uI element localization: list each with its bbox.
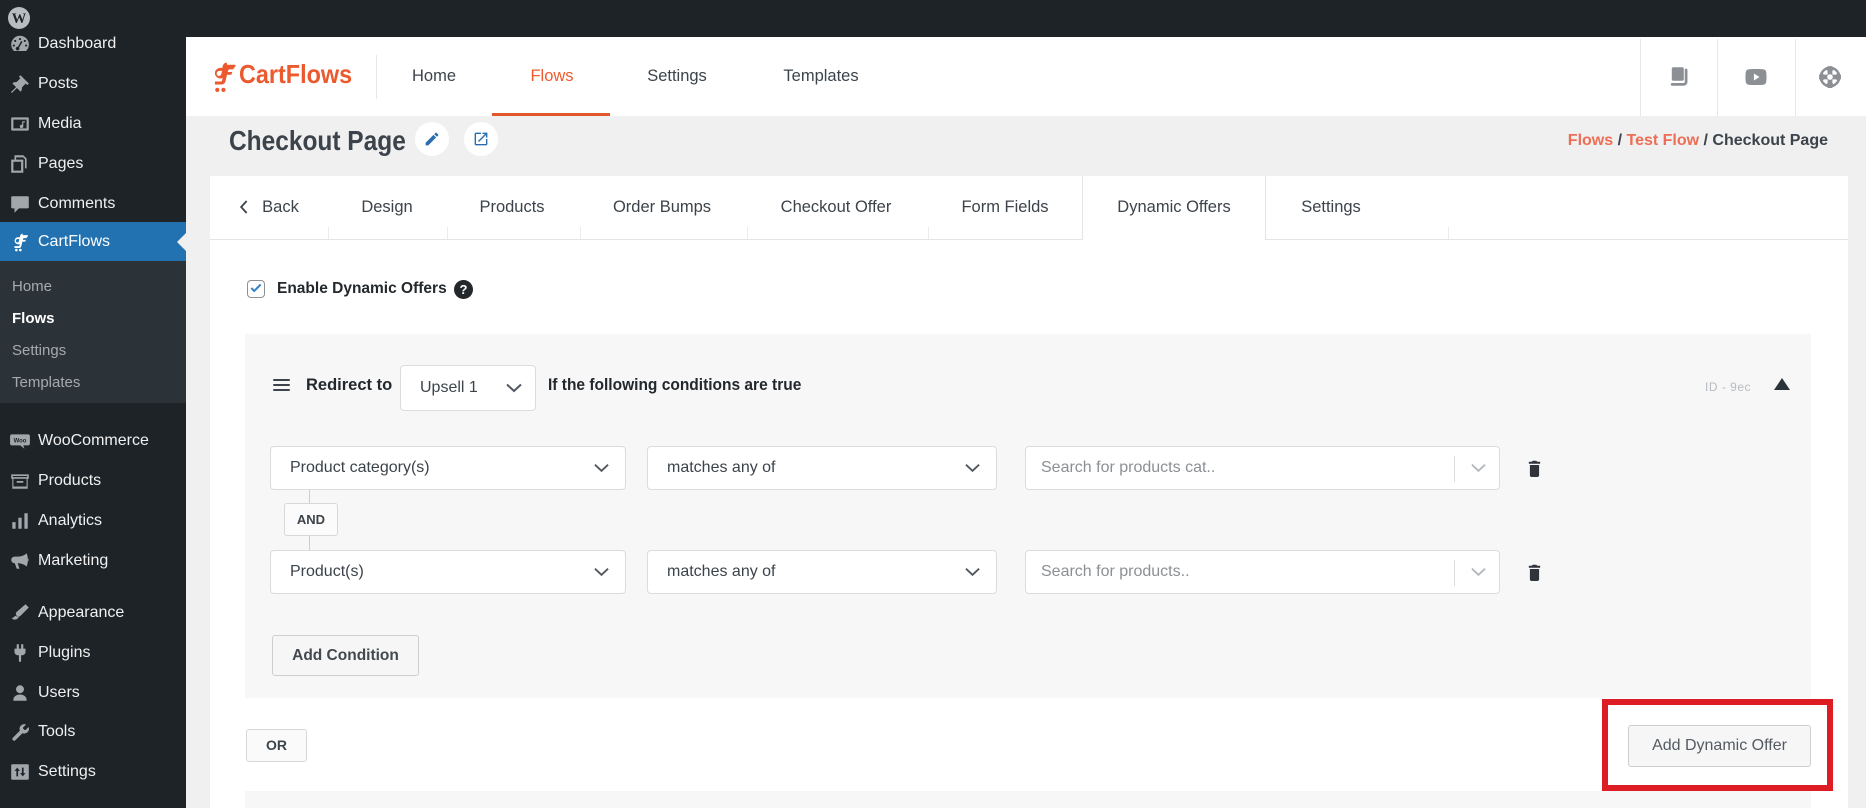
svg-text:Woo: Woo — [14, 438, 27, 444]
